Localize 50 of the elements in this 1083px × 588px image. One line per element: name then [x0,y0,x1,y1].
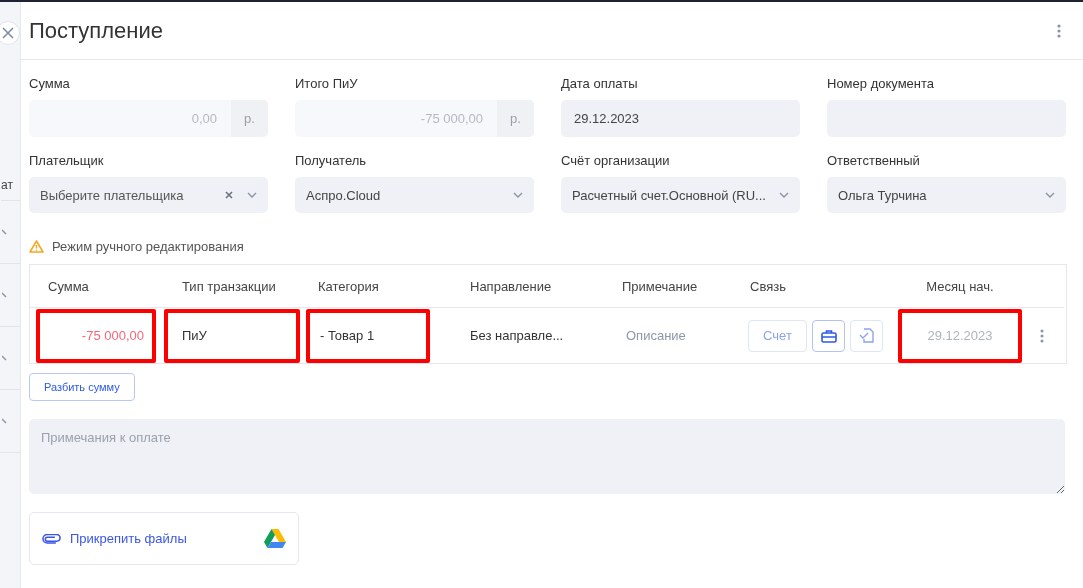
more-menu-button[interactable] [1055,23,1063,38]
warning-icon [29,239,44,253]
document-button[interactable] [850,319,883,352]
select-field[interactable]: Расчетный счет.Основной (RU... [561,177,800,213]
cloud-drive-button[interactable] [264,529,286,548]
column-header: Примечание [600,265,730,308]
field-label: Номер документа [827,76,935,91]
chevron-down-icon [247,192,257,198]
date-cell: 29.12.2023 [898,308,1022,363]
briefcase-icon [820,328,837,343]
select-field[interactable]: Ольга Турчина [827,177,1066,213]
attach-files-link[interactable]: Прикрепить файлы [42,531,187,546]
close-icon [2,27,14,39]
currency-unit: р. [497,100,534,137]
input-field[interactable]: 29.12.2023 [561,100,800,137]
dialog-title: Поступление [29,17,164,44]
chevron-down-icon [779,192,789,198]
paperclip-icon [42,533,62,544]
amount-cell: -75 000,00 [36,308,156,363]
column-header: Категория [300,265,440,308]
triangle-drive-icon [264,529,286,548]
field-label: Дата оплаты [561,76,639,91]
row-menu-button[interactable] [1038,328,1046,343]
table-cell-text: Без направле... [469,327,565,345]
chevron-down-icon [513,192,523,198]
field-label: Получатель [295,153,368,168]
chevron-down-icon [1045,192,1055,198]
field-label: Счёт организации [561,153,671,168]
field-label: Итого ПиУ [295,76,359,91]
notes-field[interactable]: Примечания к оплате [29,419,1065,494]
briefcase-button[interactable] [812,319,845,352]
document-check-icon [859,328,874,343]
clear-icon[interactable] [225,191,233,199]
column-header: Связь [730,265,890,308]
select-field[interactable]: Аспро.Cloud [295,177,534,213]
table-cell: ПиУ [164,308,300,363]
field-label: Ответственный [827,153,921,168]
column-header: Направление [440,265,600,308]
split-amount-button[interactable]: Разбить сумму [29,373,135,401]
column-header: Тип транзакции [158,265,300,308]
notice-text: Режим ручного редактирования [52,238,244,254]
field-label: Плательщик [29,153,105,168]
field-label: Сумма [29,76,71,91]
currency-unit: р. [231,100,268,137]
table-cell: - Товар 1 [306,308,430,363]
note-link[interactable]: Описание [600,308,730,363]
column-header: Месяц нач. [890,265,1030,308]
panel-text-fragment: ат [1,178,20,201]
select-field[interactable]: Выберите плательщика [29,177,268,213]
column-header: Сумма [30,265,158,308]
